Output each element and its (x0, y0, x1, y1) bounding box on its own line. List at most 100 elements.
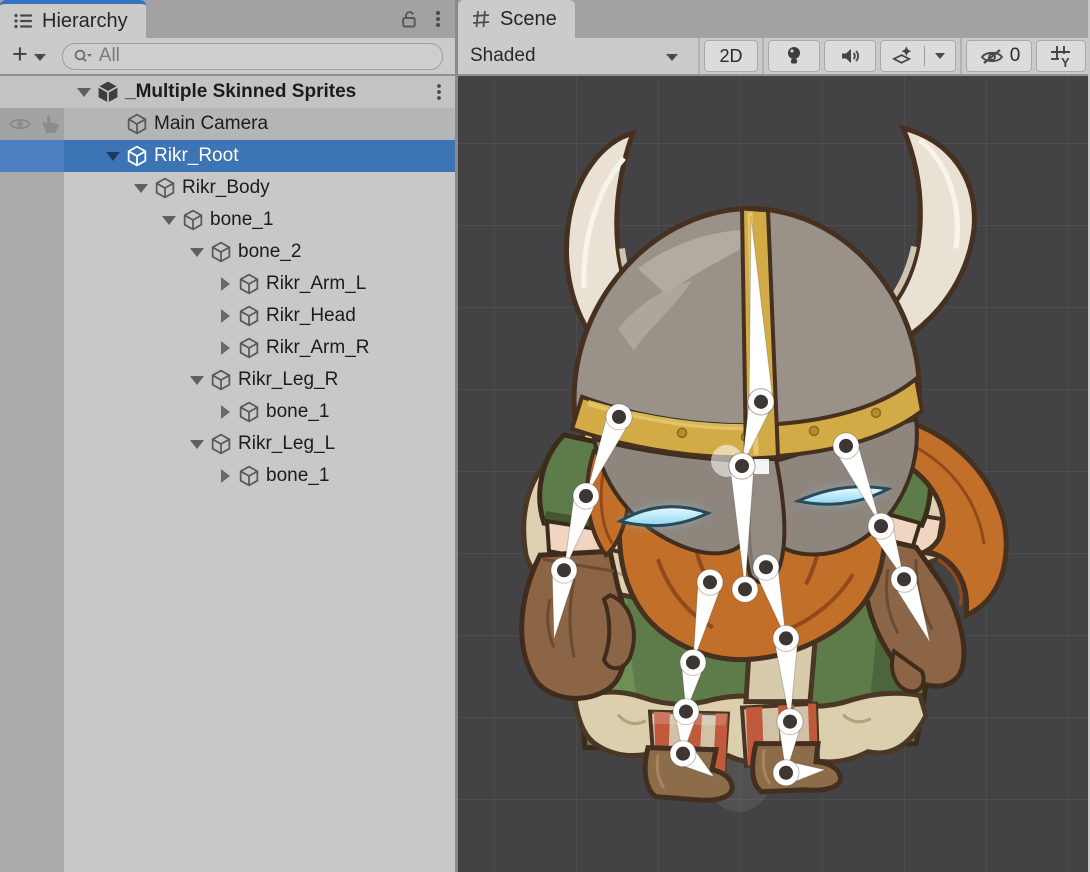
gameobject-cube-icon (125, 144, 149, 168)
speaker-icon (838, 44, 862, 68)
hierarchy-row-multiple-skinned-sprites[interactable]: _Multiple Skinned Sprites (0, 76, 455, 108)
unity-editor-window: Hierarchy + All (0, 0, 1090, 872)
scene-audio-button[interactable] (824, 40, 876, 72)
hierarchy-tabbar: Hierarchy (0, 0, 455, 38)
row-body: bone_1 (64, 460, 455, 492)
toggle-2d-label: 2D (719, 46, 742, 67)
row-gutter (0, 332, 64, 364)
scene-toolbar: Shaded 2D (458, 38, 1088, 76)
triangle-collapsed-icon (221, 277, 230, 291)
search-icon (73, 47, 93, 65)
scene-tabbar: Scene (458, 0, 1088, 38)
scene-effects-button[interactable] (880, 40, 956, 72)
row-body: Rikr_Body (64, 172, 455, 204)
row-label: Rikr_Leg_L (238, 433, 335, 455)
add-gameobject-dropdown-icon[interactable] (34, 54, 46, 61)
expander-toggle[interactable] (133, 180, 149, 196)
gameobject-cube-icon (237, 464, 261, 488)
row-label: Rikr_Leg_R (238, 369, 338, 391)
hierarchy-row-rikr-root[interactable]: Rikr_Root (0, 140, 455, 172)
row-label: bone_1 (210, 209, 273, 231)
gameobject-cube-icon (209, 240, 233, 264)
gameobject-cube-icon (153, 176, 177, 200)
row-body: Rikr_Leg_R (64, 364, 455, 396)
light-bulb-icon (783, 44, 805, 68)
expander-toggle[interactable] (189, 244, 205, 260)
tab-hierarchy[interactable]: Hierarchy (0, 0, 146, 38)
expander-toggle[interactable] (217, 276, 233, 292)
effects-dropdown-caret-icon[interactable] (935, 53, 945, 59)
grid-axis-icon: Y (1048, 43, 1074, 69)
row-gutter (0, 204, 64, 236)
gameobject-cube-icon (237, 400, 261, 424)
gameobject-cube-icon (181, 208, 205, 232)
tab-scene[interactable]: Scene (458, 0, 575, 38)
draw-mode-label: Shaded (470, 45, 536, 67)
scene-grid-settings-button[interactable]: Y (1036, 40, 1086, 72)
expander-toggle[interactable] (189, 372, 205, 388)
add-gameobject-button[interactable]: + (6, 41, 32, 71)
grid-axis-letter: Y (1061, 55, 1070, 69)
toolbar-separator (762, 38, 764, 74)
expander-toggle[interactable] (217, 404, 233, 420)
row-label: bone_1 (266, 465, 329, 487)
row-gutter (0, 396, 64, 428)
hierarchy-row-bone-2[interactable]: bone_2 (0, 236, 455, 268)
expander-toggle[interactable] (217, 340, 233, 356)
bone-joint-core (754, 395, 768, 409)
row-label: Rikr_Head (266, 305, 356, 327)
expander-toggle[interactable] (217, 308, 233, 324)
scene-viewport[interactable] (458, 76, 1088, 872)
visibility-eye-icon[interactable] (8, 113, 32, 135)
hierarchy-row-rikr-arm-l[interactable]: Rikr_Arm_L (0, 268, 455, 300)
row-gutter (0, 300, 64, 332)
hierarchy-row-bone-1[interactable]: bone_1 (0, 460, 455, 492)
hidden-count: 0 (1010, 45, 1021, 67)
draw-mode-caret-icon (666, 54, 678, 61)
hierarchy-row-rikr-body[interactable]: Rikr_Body (0, 172, 455, 204)
row-gutter (0, 364, 64, 396)
bone-joint-core (735, 459, 749, 473)
expander-toggle[interactable] (161, 212, 177, 228)
search-placeholder-text: All (99, 45, 120, 67)
row-body: Rikr_Root (64, 140, 455, 172)
row-gutter (0, 76, 64, 108)
draw-mode-dropdown[interactable]: Shaded (458, 38, 696, 74)
triangle-expanded-icon (190, 376, 204, 385)
bone-joint-core (679, 705, 693, 719)
hierarchy-search-input[interactable]: All (62, 43, 443, 70)
triangle-expanded-icon (190, 248, 204, 257)
hierarchy-row-rikr-arm-r[interactable]: Rikr_Arm_R (0, 332, 455, 364)
expander-toggle[interactable] (217, 468, 233, 484)
expander-toggle[interactable] (189, 436, 205, 452)
expander-toggle[interactable] (76, 84, 92, 100)
toggle-2d-button[interactable]: 2D (704, 40, 758, 72)
hierarchy-row-bone-1[interactable]: bone_1 (0, 396, 455, 428)
effects-sparkle-icon (891, 44, 914, 68)
hierarchy-row-main-camera[interactable]: Main Camera (0, 108, 455, 140)
triangle-expanded-icon (162, 216, 176, 225)
pickability-hand-icon[interactable] (38, 113, 62, 135)
row-gutter (0, 268, 64, 300)
gameobject-cube-icon (209, 432, 233, 456)
tab-scene-label: Scene (500, 8, 557, 31)
hierarchy-row-bone-1[interactable]: bone_1 (0, 204, 455, 236)
hierarchy-menu-kebab-icon[interactable] (431, 7, 445, 31)
scene-visibility-button[interactable]: 0 (966, 40, 1032, 72)
hierarchy-row-rikr-head[interactable]: Rikr_Head (0, 300, 455, 332)
hierarchy-row-rikr-leg-r[interactable]: Rikr_Leg_R (0, 364, 455, 396)
unlock-icon[interactable] (397, 7, 421, 31)
scene-panel: Scene Shaded 2D (458, 0, 1088, 872)
hierarchy-row-rikr-leg-l[interactable]: Rikr_Leg_L (0, 428, 455, 460)
bone-joint-core (579, 489, 593, 503)
bone-joint-core (557, 563, 571, 577)
toolbar-separator (960, 38, 962, 74)
eye-hidden-icon (978, 44, 1006, 68)
scene-lighting-button[interactable] (768, 40, 820, 72)
hierarchy-tree: _Multiple Skinned SpritesMain CameraRikr… (0, 76, 455, 872)
bone-joint-core (738, 582, 752, 596)
row-body: Rikr_Leg_L (64, 428, 455, 460)
gameobject-cube-icon (237, 304, 261, 328)
scene-menu-kebab-icon[interactable] (433, 81, 445, 103)
expander-toggle[interactable] (105, 148, 121, 164)
